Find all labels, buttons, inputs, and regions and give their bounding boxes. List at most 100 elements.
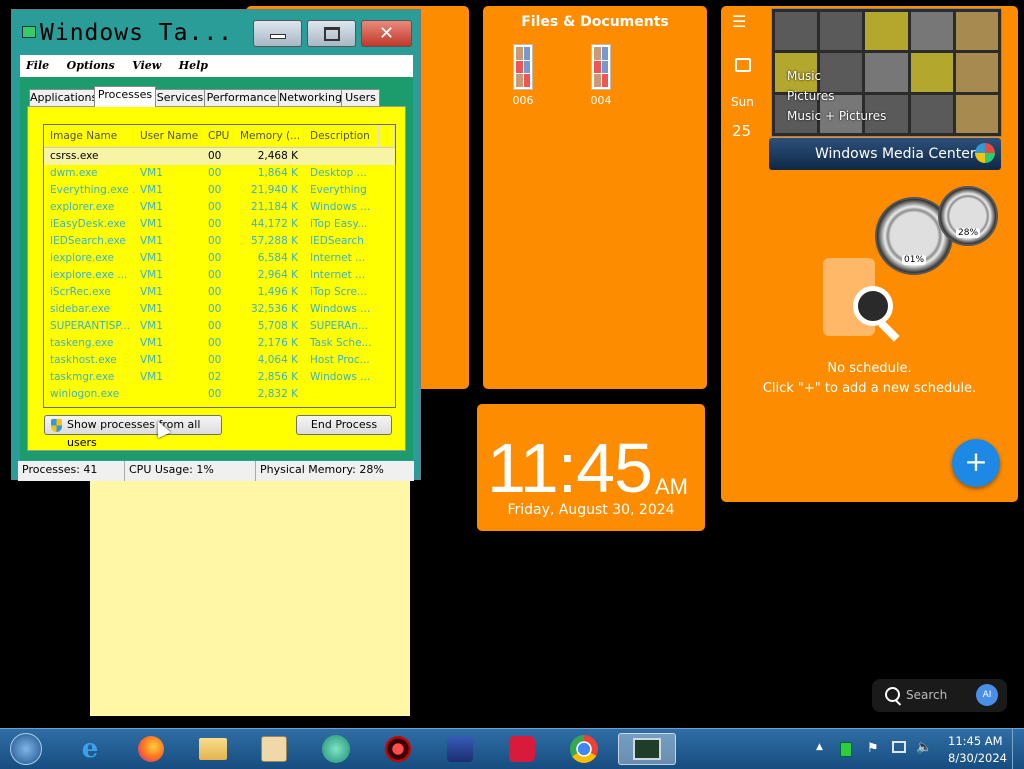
menu-icon[interactable]: ☰ (732, 14, 746, 30)
table-row[interactable]: iEasyDesk.exe VM1 00 44,172 K iTop Easy... (44, 216, 395, 233)
table-row[interactable]: taskhost.exe VM1 00 4,064 K Host Proc... (44, 352, 395, 369)
firefox-icon (138, 736, 164, 762)
taskbar-media-player[interactable] (254, 733, 294, 765)
sticky-note[interactable] (90, 478, 410, 716)
menu-view[interactable]: View (126, 55, 169, 72)
tab-performance[interactable]: Performance (204, 89, 279, 107)
process-image-name: iexplore.exe (50, 252, 114, 264)
ai-chat-icon[interactable]: AI (976, 684, 998, 706)
tray-app-icon[interactable] (840, 742, 852, 757)
tray-clock-time[interactable]: 11:45 AM (948, 734, 1003, 748)
tab-services[interactable]: Services (155, 89, 205, 107)
tray-clock-date[interactable]: 8/30/2024 (948, 751, 1007, 765)
files-documents-tile: Files & Documents 006 004 (483, 6, 707, 389)
column-memory[interactable]: Memory (... (234, 125, 304, 147)
tab-applications[interactable]: Applications (29, 89, 97, 107)
calendar-day: 25 (732, 122, 752, 140)
memory-meter-gauge: 28% (938, 186, 998, 246)
table-row[interactable]: iexplore.exe ... VM1 00 2,964 K Internet ... (44, 267, 395, 284)
add-schedule-button[interactable]: + (952, 439, 1000, 487)
process-user-name: VM1 (140, 320, 163, 332)
table-row[interactable]: SUPERANTISP... VM1 00 5,708 K SUPERAn... (44, 318, 395, 335)
menu-options[interactable]: Options (61, 55, 123, 72)
taskbar-app-green[interactable] (316, 733, 356, 765)
process-memory: 2,468 K (257, 150, 298, 162)
taskbar-chrome[interactable] (564, 733, 604, 765)
task-manager-window[interactable]: Windows Ta... ✕ File Options View Help A… (11, 9, 421, 481)
process-cpu: 00 (208, 201, 222, 213)
file-item[interactable]: 004 (583, 44, 619, 107)
minimize-button[interactable] (253, 20, 302, 47)
process-image-name: taskeng.exe (50, 337, 114, 349)
search-widget[interactable]: Search AI (872, 679, 1007, 712)
media-item-pictures[interactable]: Pictures (787, 89, 835, 103)
file-item[interactable]: 006 (505, 44, 541, 107)
process-user-name: VM1 (140, 371, 163, 383)
media-center-gadget[interactable]: Music Pictures Music + Pictures (771, 8, 1002, 137)
table-row[interactable]: iexplore.exe VM1 00 6,584 K Internet ... (44, 250, 395, 267)
process-cpu: 00 (208, 354, 222, 366)
media-item-music[interactable]: Music (787, 69, 821, 83)
tab-processes[interactable]: Processes (94, 86, 156, 107)
start-button[interactable] (6, 733, 46, 765)
taskbar-internet-explorer[interactable]: e (70, 733, 110, 765)
process-user-name: VM1 (140, 218, 163, 230)
process-description: Internet ... (310, 269, 366, 281)
show-desktop-button[interactable] (1012, 729, 1024, 769)
title-bar[interactable]: Windows Ta... ✕ (12, 10, 420, 56)
media-center-bar[interactable]: Windows Media Center (769, 138, 1001, 170)
tab-networking[interactable]: Networking (278, 89, 342, 107)
table-row[interactable]: dwm.exe VM1 00 1,864 K Desktop ... (44, 165, 395, 182)
process-list[interactable]: Image Name User Name CPU Memory (... Des… (43, 124, 396, 408)
table-row[interactable]: Everything.exe ... VM1 00 21,940 K Everythin… (44, 182, 395, 199)
taskbar-firefox[interactable] (131, 733, 171, 765)
table-row[interactable]: sidebar.exe VM1 00 32,536 K Windows ... (44, 301, 395, 318)
table-row[interactable]: csrss.exe 00 2,468 K (44, 148, 395, 165)
taskbar-file-explorer[interactable] (193, 733, 233, 765)
green-bubble-icon (322, 735, 350, 763)
close-button[interactable]: ✕ (361, 20, 412, 47)
table-row[interactable]: explorer.exe VM1 00 21,184 K Windows ... (44, 199, 395, 216)
process-description: Everything (310, 184, 367, 196)
column-image-name[interactable]: Image Name (44, 125, 134, 147)
table-row[interactable]: taskeng.exe VM1 00 2,176 K Task Sche... (44, 335, 395, 352)
column-user-name[interactable]: User Name (134, 125, 202, 147)
process-cpu: 00 (208, 269, 222, 281)
process-memory: 6,584 K (257, 252, 298, 264)
process-description: Internet ... (310, 252, 366, 264)
minimize-icon (269, 34, 286, 39)
calendar-icon[interactable] (735, 58, 751, 72)
table-row[interactable]: winlogon.exe 00 2,832 K (44, 386, 395, 403)
process-rows: csrss.exe 00 2,468 K dwm.exe VM1 00 1,864 K Des… (44, 148, 395, 403)
column-description[interactable]: Description (304, 125, 379, 147)
tab-users[interactable]: Users (341, 89, 380, 107)
show-all-processes-button[interactable]: Show processes from all users (44, 415, 222, 449)
action-center-flag-icon[interactable]: ⚑ (867, 741, 879, 756)
cpu-meter-value: 01% (901, 255, 927, 265)
process-user-name: VM1 (140, 184, 163, 196)
process-image-name: taskmgr.exe (50, 371, 115, 383)
maximize-button[interactable] (307, 20, 356, 47)
process-description: Windows ... (310, 201, 371, 213)
volume-muted-icon[interactable]: 🔈 (916, 740, 932, 755)
network-icon[interactable] (892, 741, 906, 753)
tray-show-hidden-icon[interactable]: ▲ (816, 742, 823, 752)
memory-meter-value: 28% (955, 228, 981, 238)
media-item-music-pictures[interactable]: Music + Pictures (787, 109, 886, 123)
taskbar-screen-recorder[interactable] (502, 733, 542, 765)
table-row[interactable]: iScrRec.exe VM1 00 1,496 K iTop Scre... (44, 284, 395, 301)
menu-help[interactable]: Help (173, 55, 216, 72)
end-process-button[interactable]: End Process (296, 415, 392, 435)
taskbar-app-red[interactable] (378, 733, 418, 765)
menu-file[interactable]: File (20, 55, 57, 72)
media-center-bar-label: Windows Media Center (815, 146, 976, 162)
table-row[interactable]: taskmgr.exe VM1 02 2,856 K Windows ... (44, 369, 395, 386)
process-image-name: iexplore.exe ... (50, 269, 128, 281)
taskbar-task-manager[interactable] (618, 733, 676, 765)
process-image-name: IEDSearch.exe (50, 235, 126, 247)
taskbar-app-blue[interactable] (440, 733, 480, 765)
process-description: Host Proc... (310, 354, 370, 366)
table-row[interactable]: IEDSearch.exe VM1 00 57,288 K IEDSearch (44, 233, 395, 250)
column-cpu[interactable]: CPU (202, 125, 234, 147)
taskbar: e ▲ ⚑ 🔈 11:45 AM 8/30/2024 (0, 728, 1024, 769)
